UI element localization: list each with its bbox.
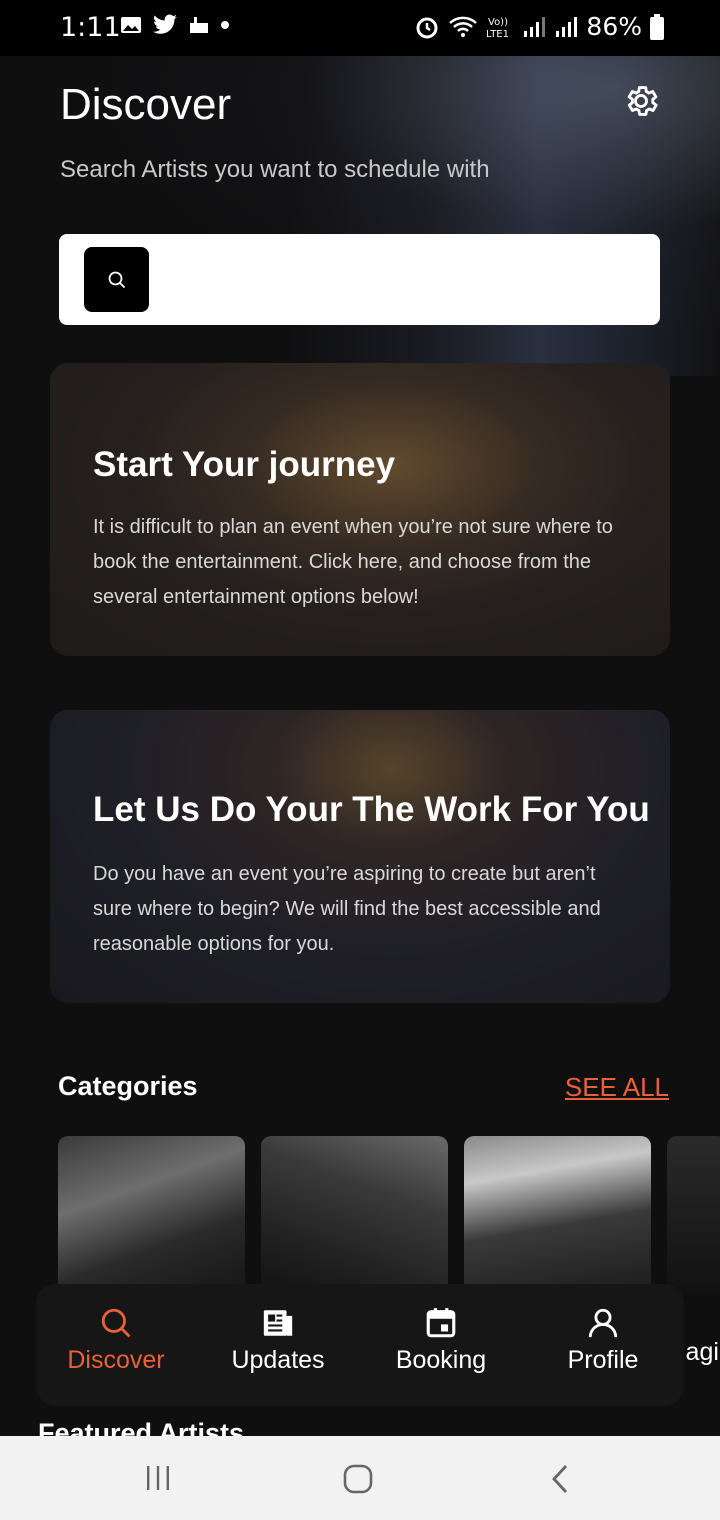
home-icon[interactable] (342, 1463, 374, 1495)
svg-text:LTE1: LTE1 (486, 29, 509, 40)
nav-label: Updates (231, 1346, 325, 1374)
volte-icon: Vo))LTE1 (486, 17, 509, 40)
nav-updates[interactable]: Updates (222, 1284, 334, 1406)
notification-icons (120, 14, 230, 36)
wifi-icon (449, 16, 478, 37)
status-time: 1:11 (60, 12, 121, 43)
bottom-navigation: Discover Updates Booking Profile (36, 1284, 684, 1406)
signal-icon-2 (556, 16, 578, 37)
start-journey-card[interactable]: Start Your journey It is difficult to pl… (50, 363, 670, 656)
calendar-icon (426, 1308, 456, 1338)
card-description: Do you have an event you’re aspiring to … (93, 863, 601, 955)
search-icon (108, 271, 125, 288)
nav-label: Booking (395, 1346, 487, 1374)
card-title: Let Us Do Your The Work For You (93, 790, 650, 829)
newspaper-icon (263, 1310, 293, 1336)
category-tile[interactable] (667, 1136, 720, 1296)
recent-apps-icon[interactable] (144, 1464, 172, 1492)
nav-label: Profile (567, 1346, 639, 1374)
see-all-link[interactable]: SEE ALL (565, 1072, 669, 1103)
categories-heading: Categories (58, 1071, 198, 1101)
search-icon (101, 1308, 131, 1338)
category-tile[interactable] (261, 1136, 448, 1296)
search-input[interactable] (164, 254, 648, 306)
card-title: Start Your journey (93, 445, 396, 484)
dot-icon (221, 21, 229, 29)
battery-icon (650, 13, 664, 40)
nav-profile[interactable]: Profile (547, 1284, 659, 1406)
search-bar (59, 234, 660, 325)
svg-text:Vo)): Vo)) (488, 17, 508, 28)
system-icons: Vo)) LTE1 86% (414, 12, 664, 41)
nav-booking[interactable]: Booking (385, 1284, 497, 1406)
back-icon[interactable] (549, 1463, 571, 1495)
category-label-partial: lagi (680, 1338, 719, 1366)
signal-icon (524, 16, 546, 37)
page-subtitle: Search Artists you want to schedule with (60, 156, 490, 183)
page-title: Discover (60, 80, 232, 129)
gear-icon[interactable] (622, 82, 660, 120)
system-navigation-bar (0, 1436, 720, 1520)
card-description: It is difficult to plan an event when yo… (93, 516, 613, 608)
nav-discover[interactable]: Discover (60, 1284, 172, 1406)
nav-label: Discover (67, 1346, 165, 1374)
work-for-you-card[interactable]: Let Us Do Your The Work For You Do you h… (50, 710, 670, 1003)
search-button[interactable] (84, 247, 149, 312)
twitter-icon (153, 14, 177, 34)
battery-percent: 86% (586, 12, 642, 41)
person-icon (588, 1308, 618, 1338)
category-tile[interactable] (464, 1136, 651, 1296)
alarm-icon (416, 17, 438, 38)
status-bar: 1:11 Vo)) LTE1 86% (0, 0, 720, 56)
app-notification-icon (190, 17, 208, 33)
gallery-icon (121, 17, 141, 33)
category-tile[interactable] (58, 1136, 245, 1296)
